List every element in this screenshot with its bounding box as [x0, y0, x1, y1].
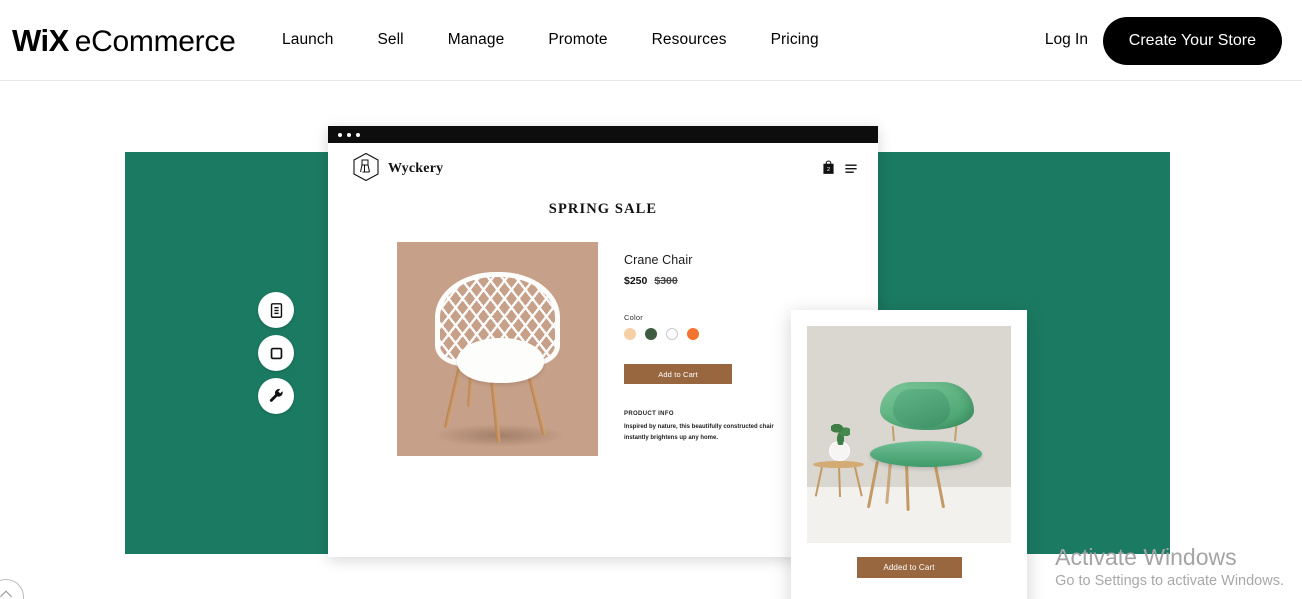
brand-wix-text: WiX — [12, 23, 69, 58]
hamburger-menu-icon[interactable] — [844, 161, 858, 179]
store-header: Wyckery 2 — [328, 143, 878, 195]
document-icon — [268, 302, 285, 319]
shopping-bag-icon[interactable]: 2 — [822, 160, 835, 180]
added-to-cart-popup-card: Added to Cart — [791, 310, 1027, 599]
window-dot-close-icon — [338, 132, 342, 137]
product-price-original: $300 — [654, 275, 678, 287]
color-swatch-green[interactable] — [645, 328, 657, 340]
window-dot-minimize-icon — [347, 132, 351, 137]
chair-seat — [457, 338, 544, 384]
document-icon-button[interactable] — [258, 292, 294, 328]
page-root: WiX eCommerce Launch Sell Manage Promote… — [0, 0, 1302, 599]
plant-leaves — [831, 421, 850, 446]
color-swatch-white[interactable] — [666, 328, 678, 340]
product-price-row: $250 $300 — [624, 275, 834, 287]
hexagon-chair-logo-icon — [352, 152, 380, 187]
window-dot-maximize-icon — [356, 132, 360, 137]
svg-text:2: 2 — [827, 167, 830, 173]
green-chair-seat — [870, 441, 983, 468]
product-name: Crane Chair — [624, 253, 693, 267]
chevron-up-icon — [0, 586, 13, 599]
primary-nav-links: Launch Sell Manage Promote Resources Pri… — [282, 31, 819, 49]
product-image — [397, 242, 598, 456]
add-to-cart-button[interactable]: Add to Cart — [624, 364, 732, 384]
added-to-cart-button[interactable]: Added to Cart — [856, 557, 962, 578]
nav-link-promote[interactable]: Promote — [548, 31, 607, 49]
editor-tool-rail — [258, 292, 294, 414]
log-in-link[interactable]: Log In — [1045, 31, 1088, 49]
green-chair-backrest-post — [891, 425, 895, 442]
color-swatch-tan[interactable] — [624, 328, 636, 340]
green-chair-backrest-post — [953, 425, 958, 442]
square-icon-button[interactable] — [258, 335, 294, 371]
nav-link-sell[interactable]: Sell — [377, 31, 403, 49]
brand-product-text: eCommerce — [74, 25, 236, 58]
store-header-icons: 2 — [822, 160, 858, 180]
top-navigation-bar: WiX eCommerce Launch Sell Manage Promote… — [0, 0, 1302, 81]
cart-popup-product-image — [807, 326, 1011, 543]
wrench-icon — [268, 388, 285, 405]
store-logo[interactable]: Wyckery — [352, 152, 443, 187]
product-price: $250 — [624, 275, 648, 287]
watermark-subtitle: Go to Settings to activate Windows. — [1055, 573, 1284, 589]
product-info-description: Inspired by nature, this beautifully con… — [624, 424, 774, 441]
square-icon — [268, 345, 285, 362]
side-table-leg — [837, 467, 841, 498]
wix-ecommerce-logo[interactable]: WiX eCommerce — [12, 23, 236, 59]
color-swatch-orange[interactable] — [687, 328, 699, 340]
green-chair-back-inner — [892, 388, 950, 428]
hero-section: Wyckery 2 SPRING SALE Crane Chair $250 $… — [0, 81, 1302, 599]
create-your-store-button[interactable]: Create Your Store — [1102, 17, 1282, 65]
spring-sale-heading: SPRING SALE — [548, 201, 658, 217]
store-name-text: Wyckery — [388, 161, 444, 176]
nav-link-launch[interactable]: Launch — [282, 31, 333, 49]
nav-link-manage[interactable]: Manage — [448, 31, 505, 49]
side-table-top — [813, 460, 865, 469]
nav-link-pricing[interactable]: Pricing — [771, 31, 819, 49]
wrench-icon-button[interactable] — [258, 378, 294, 414]
scroll-to-top-button[interactable] — [0, 579, 24, 599]
mockup-title-bar — [328, 126, 878, 143]
nav-link-resources[interactable]: Resources — [652, 31, 727, 49]
